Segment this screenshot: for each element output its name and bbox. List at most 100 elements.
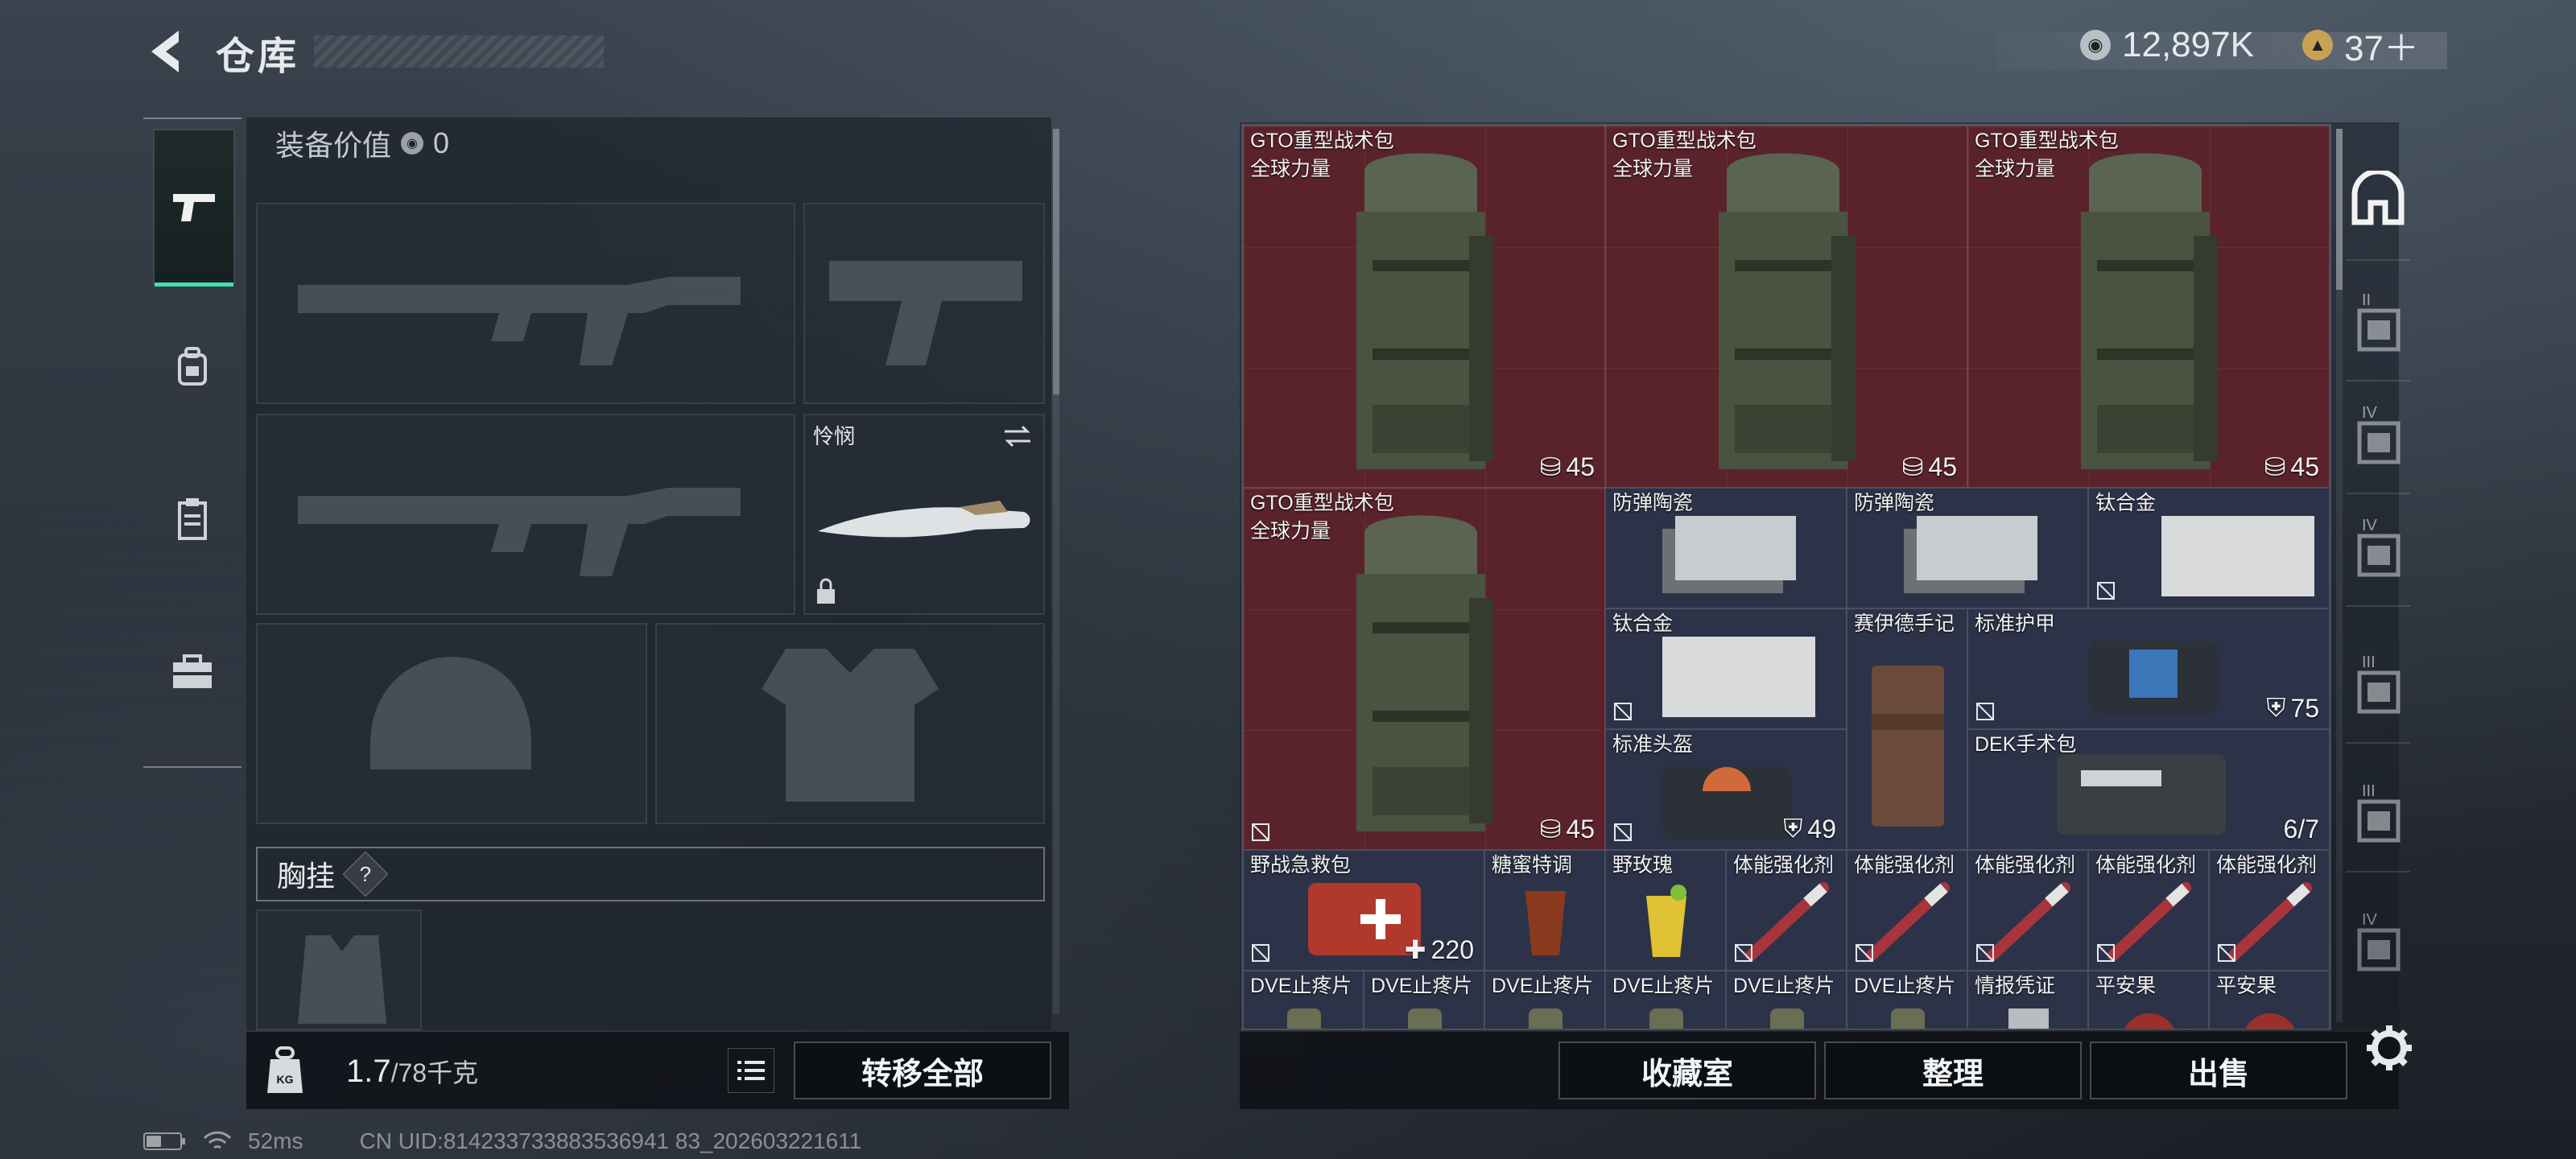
primary-weapon-slot[interactable] xyxy=(256,203,795,404)
storage-tab-all[interactable] xyxy=(2346,138,2410,261)
item-subtitle: 全球力量 xyxy=(1250,158,1331,180)
storage-item[interactable]: GTO重型战术包 全球力量 ⛁ 45 xyxy=(1243,488,1605,850)
tab-weapons[interactable] xyxy=(153,129,235,287)
weight-icon: ⛁ xyxy=(1539,815,1562,843)
armor-slot[interactable] xyxy=(655,623,1045,824)
back-button[interactable] xyxy=(143,27,187,76)
pill-bottle-image xyxy=(1529,1008,1563,1029)
no-bind-icon xyxy=(1252,823,1269,841)
storage-item[interactable]: 情报凭证 xyxy=(1967,971,2088,1029)
item-name: 赛伊德手记 xyxy=(1854,612,1955,635)
weight-kg-icon: KG xyxy=(267,1046,303,1093)
tab-rig[interactable] xyxy=(153,443,232,596)
storage-item[interactable]: 野玫瑰 xyxy=(1605,850,1726,971)
tab-backpack[interactable] xyxy=(153,290,232,443)
storage-box-icon xyxy=(2357,928,2401,971)
storage-item[interactable]: GTO重型战术包 全球力量 ⛁ 45 xyxy=(1605,126,1967,488)
toolbox-icon xyxy=(173,654,212,688)
storage-item[interactable]: 防弹陶瓷 xyxy=(1847,488,2088,608)
sidearm-slot[interactable] xyxy=(803,203,1045,404)
storage-item[interactable]: 体能强化剂 xyxy=(2088,850,2209,971)
storage-item[interactable]: DVE止疼片 xyxy=(1605,971,1726,1029)
equipment-scrollbar[interactable] xyxy=(1053,129,1059,1014)
storage-tab-4-label: IV xyxy=(2362,517,2377,534)
tab-case[interactable] xyxy=(153,596,232,749)
rifle-silhouette-icon xyxy=(298,277,741,365)
storage-item[interactable]: 平安果 xyxy=(2088,971,2209,1029)
storage-item[interactable]: 体能强化剂 xyxy=(1967,850,2088,971)
help-icon[interactable]: ? xyxy=(342,851,389,897)
helmet-slot[interactable] xyxy=(256,623,647,824)
surgical-kit-image xyxy=(2057,754,2226,835)
currency-secondary[interactable]: ▲ 37＋ xyxy=(2302,24,2419,68)
storage-item[interactable]: 体能强化剂 xyxy=(1726,850,1847,971)
sort-button[interactable]: 整理 xyxy=(1824,1041,2082,1099)
storage-tab-6[interactable]: III xyxy=(2346,766,2410,872)
item-durability-value: 75 xyxy=(2290,693,2319,723)
storage-tab-4[interactable]: IV xyxy=(2346,501,2410,607)
currency-main[interactable]: ◉ 12,897K xyxy=(2080,24,2254,66)
battery-icon xyxy=(143,1132,185,1150)
melee-slot[interactable]: 怜悯 xyxy=(803,414,1045,615)
storage-tab-7[interactable]: IV xyxy=(2346,895,2410,1000)
storage-item[interactable]: 体能强化剂 xyxy=(1847,850,1967,971)
storage-tab-5-label: III xyxy=(2362,654,2376,671)
chest-rig-slot[interactable] xyxy=(256,909,422,1030)
help-icon-glyph: ? xyxy=(359,861,372,886)
item-count-value: 45 xyxy=(1566,814,1595,843)
storage-item[interactable]: DVE止疼片 xyxy=(1847,971,1967,1029)
storage-item[interactable]: DEK手术包 6/7 xyxy=(1967,729,2330,850)
notebook-image xyxy=(1872,666,1944,827)
storage-item[interactable]: GTO重型战术包 全球力量 ⛁ 45 xyxy=(1967,126,2330,488)
lock-icon xyxy=(817,578,835,604)
storage-item[interactable]: DVE止疼片 xyxy=(1726,971,1847,1029)
backpack-image xyxy=(1356,153,1493,469)
ceramic-plate-image xyxy=(1904,516,2037,593)
storage-item[interactable]: 标准头盔 ⛨ 49 xyxy=(1605,729,1847,850)
storage-item[interactable]: 赛伊德手记 xyxy=(1847,608,1967,850)
backpack-icon xyxy=(178,347,207,386)
no-bind-icon xyxy=(1614,703,1632,720)
storage-tab-2[interactable]: II xyxy=(2346,275,2410,382)
list-view-button[interactable] xyxy=(728,1048,774,1093)
storage-item[interactable]: GTO重型战术包 全球力量 ⛁ 45 xyxy=(1243,126,1605,488)
storage-item[interactable]: 平安果 xyxy=(2209,971,2330,1029)
storage-item[interactable]: 防弹陶瓷 xyxy=(1605,488,1847,608)
no-bind-icon xyxy=(1976,944,1994,962)
storage-item[interactable]: DVE止疼片 xyxy=(1484,971,1605,1029)
chest-rig-header[interactable]: 胸挂 ? xyxy=(256,847,1045,901)
transfer-all-button[interactable]: 转移全部 xyxy=(794,1041,1051,1099)
storage-tab-3[interactable]: IV xyxy=(2346,388,2410,494)
armor-vest-image xyxy=(2089,641,2218,714)
helmet-image xyxy=(1662,767,1791,839)
storage-item[interactable]: 野战急救包 ✚ 220 xyxy=(1243,850,1484,971)
swap-icon[interactable] xyxy=(1001,423,1034,449)
titanium-plate-image xyxy=(2161,516,2314,596)
storage-tabs-sidebar: II IV IV III III IV xyxy=(2346,122,2410,1029)
storage-box-icon xyxy=(2357,670,2401,714)
knife-icon xyxy=(818,501,1030,538)
storage-item[interactable]: 钛合金 xyxy=(2088,488,2330,608)
storage-item[interactable]: 钛合金 xyxy=(1605,608,1847,729)
storage-tab-5[interactable]: III xyxy=(2346,637,2410,744)
item-uses-value: 6/7 xyxy=(2283,815,2319,843)
no-bind-icon xyxy=(1614,823,1632,841)
collection-room-button[interactable]: 收藏室 xyxy=(1558,1041,1816,1099)
storage-box-icon xyxy=(2357,308,2401,352)
settings-button[interactable] xyxy=(2365,1024,2413,1072)
sell-button[interactable]: 出售 xyxy=(2090,1041,2347,1099)
storage-item[interactable]: 体能强化剂 xyxy=(2209,850,2330,971)
titanium-plate-image xyxy=(1662,637,1815,717)
equipment-value-label: 装备价值 xyxy=(275,129,392,162)
storage-item[interactable]: 糖蜜特调 xyxy=(1484,850,1605,971)
storage-item[interactable]: DVE止疼片 xyxy=(1364,971,1484,1029)
storage-item[interactable]: DVE止疼片 xyxy=(1243,971,1364,1029)
secondary-weapon-slot[interactable] xyxy=(256,414,795,615)
item-name: 平安果 xyxy=(2216,975,2277,997)
wifi-icon xyxy=(203,1131,232,1149)
no-bind-icon xyxy=(1252,944,1269,962)
triangle-coin-icon: ▲ xyxy=(2302,30,2333,60)
plus-icon: ✚ xyxy=(1404,935,1426,964)
storage-scrollbar[interactable] xyxy=(2336,129,2343,1022)
storage-item[interactable]: 标准护甲 ⛨ 75 xyxy=(1967,608,2330,729)
